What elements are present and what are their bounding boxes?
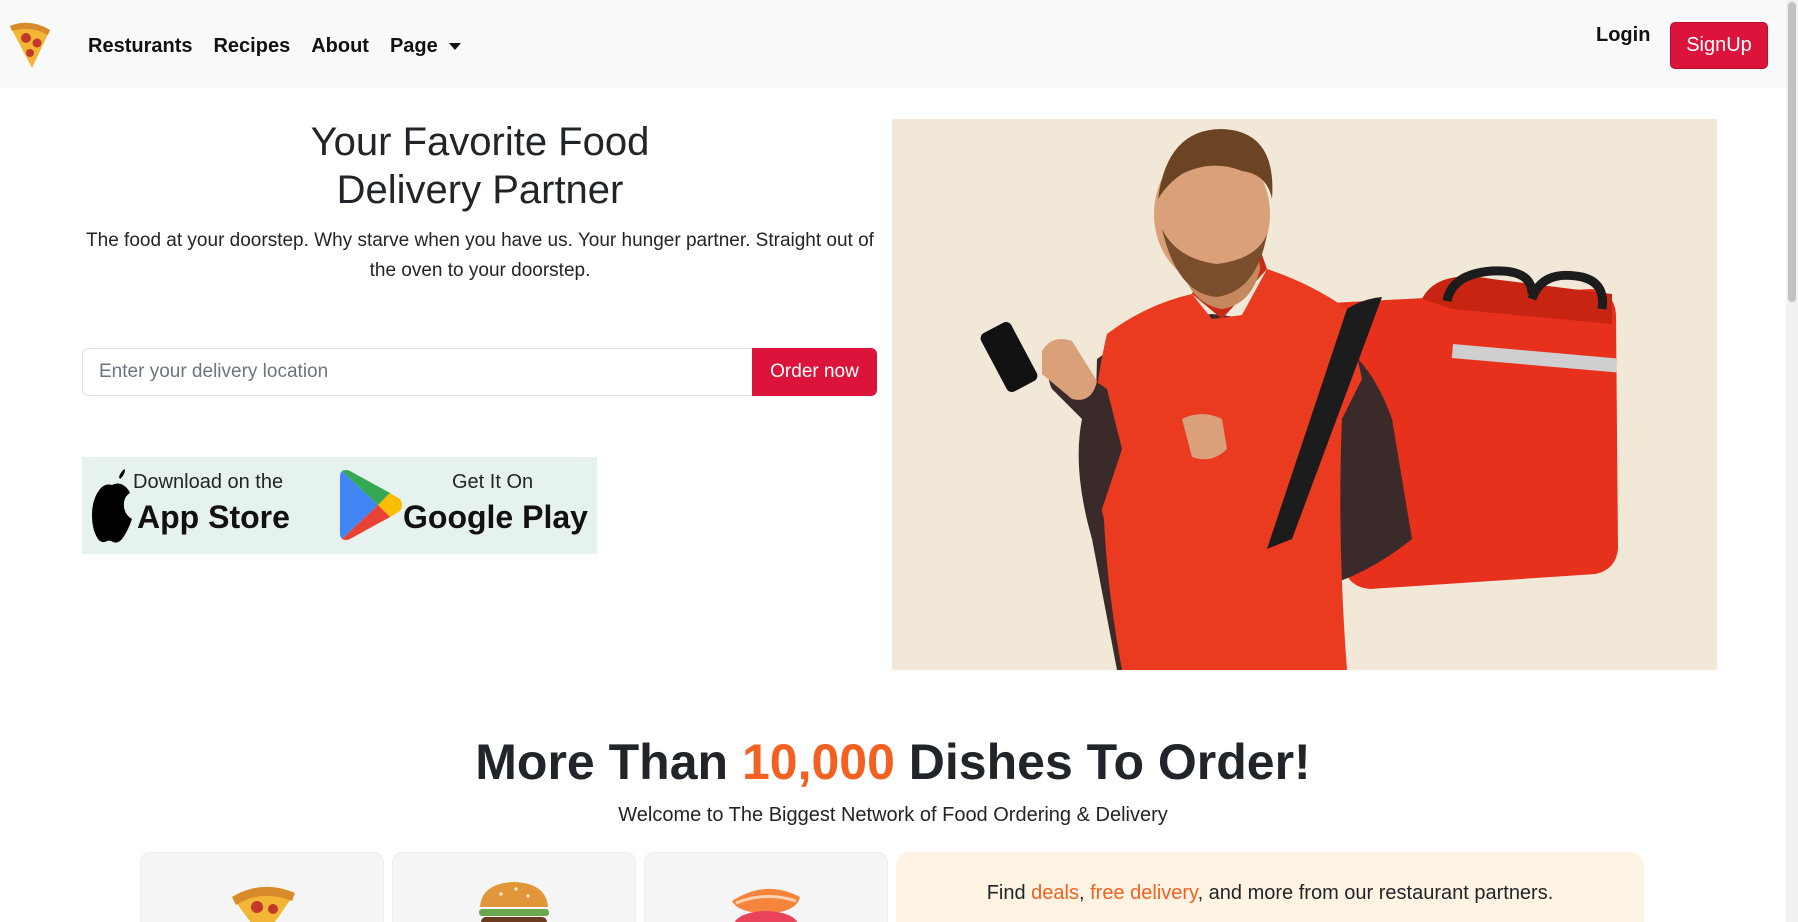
nav-link-recipes[interactable]: Recipes bbox=[213, 35, 290, 58]
pizza-icon bbox=[232, 886, 295, 922]
page-scrollbar[interactable] bbox=[1786, 0, 1798, 922]
deals-banner: Find deals, free delivery, and more from… bbox=[896, 852, 1644, 922]
nav-links: Resturants Recipes About Page bbox=[88, 0, 482, 92]
apple-icon bbox=[92, 469, 132, 543]
delivery-location-input[interactable] bbox=[82, 348, 752, 396]
scrollbar-thumb[interactable] bbox=[1788, 2, 1796, 302]
delivery-person-illustration bbox=[892, 119, 1717, 670]
google-play-badge[interactable]: Get It On Google Play bbox=[332, 457, 597, 554]
deals-prefix: Find bbox=[986, 882, 1032, 904]
app-store-small-text: Download on the bbox=[133, 471, 284, 493]
google-play-big-text: Google Play bbox=[403, 499, 588, 535]
dishes-heading-count: 10,000 bbox=[741, 734, 895, 790]
food-card-burger[interactable] bbox=[392, 852, 636, 922]
dishes-heading-suffix: Dishes To Order! bbox=[894, 734, 1311, 790]
deals-separator: , bbox=[1078, 882, 1091, 904]
sushi-icon bbox=[732, 888, 800, 922]
deals-link[interactable]: deals bbox=[1031, 882, 1079, 904]
login-link[interactable]: Login bbox=[1596, 24, 1650, 47]
nav-link-about[interactable]: About bbox=[311, 35, 369, 58]
delivery-person-photo bbox=[892, 119, 1717, 670]
hero-title-line1: Your Favorite Food bbox=[310, 120, 650, 164]
nav-dropdown-label: Page bbox=[389, 34, 438, 57]
burger-icon bbox=[479, 882, 549, 922]
nav-dropdown-page[interactable]: Page bbox=[390, 35, 461, 58]
order-now-button[interactable]: Order now bbox=[752, 348, 877, 396]
delivery-search: Order now bbox=[82, 348, 877, 396]
hero-subtitle: The food at your doorstep. Why starve wh… bbox=[86, 230, 874, 281]
food-card-sushi[interactable] bbox=[644, 852, 888, 922]
google-play-small-text: Get It On bbox=[452, 471, 534, 493]
dishes-heading: More Than 10,000 Dishes To Order! bbox=[0, 730, 1786, 794]
deals-suffix: , and more from our restaurant partners. bbox=[1197, 882, 1554, 904]
app-store-badges: Download on the App Store Get It On Goog… bbox=[82, 457, 597, 554]
caret-down-icon bbox=[448, 42, 461, 50]
deals-text: Find deals, free delivery, and more from… bbox=[896, 882, 1644, 905]
navbar: Resturants Recipes About Page Login Sign… bbox=[0, 0, 1798, 88]
welcome-text: Welcome to The Biggest Network of Food O… bbox=[618, 804, 1168, 826]
hero-title-line2: Delivery Partner bbox=[336, 168, 624, 212]
food-card-pizza[interactable] bbox=[140, 852, 384, 922]
google-play-icon bbox=[340, 470, 402, 540]
app-store-big-text: App Store bbox=[137, 499, 290, 535]
app-store-badge[interactable]: Download on the App Store bbox=[82, 457, 332, 554]
hero-title: Your Favorite Food Delivery Partner bbox=[80, 118, 880, 214]
signup-button[interactable]: SignUp bbox=[1670, 22, 1768, 69]
dishes-heading-prefix: More Than bbox=[475, 734, 742, 790]
pizza-slice-icon[interactable] bbox=[4, 16, 56, 72]
free-delivery-link[interactable]: free delivery bbox=[1090, 882, 1197, 904]
nav-link-restaurants[interactable]: Resturants bbox=[88, 35, 192, 58]
